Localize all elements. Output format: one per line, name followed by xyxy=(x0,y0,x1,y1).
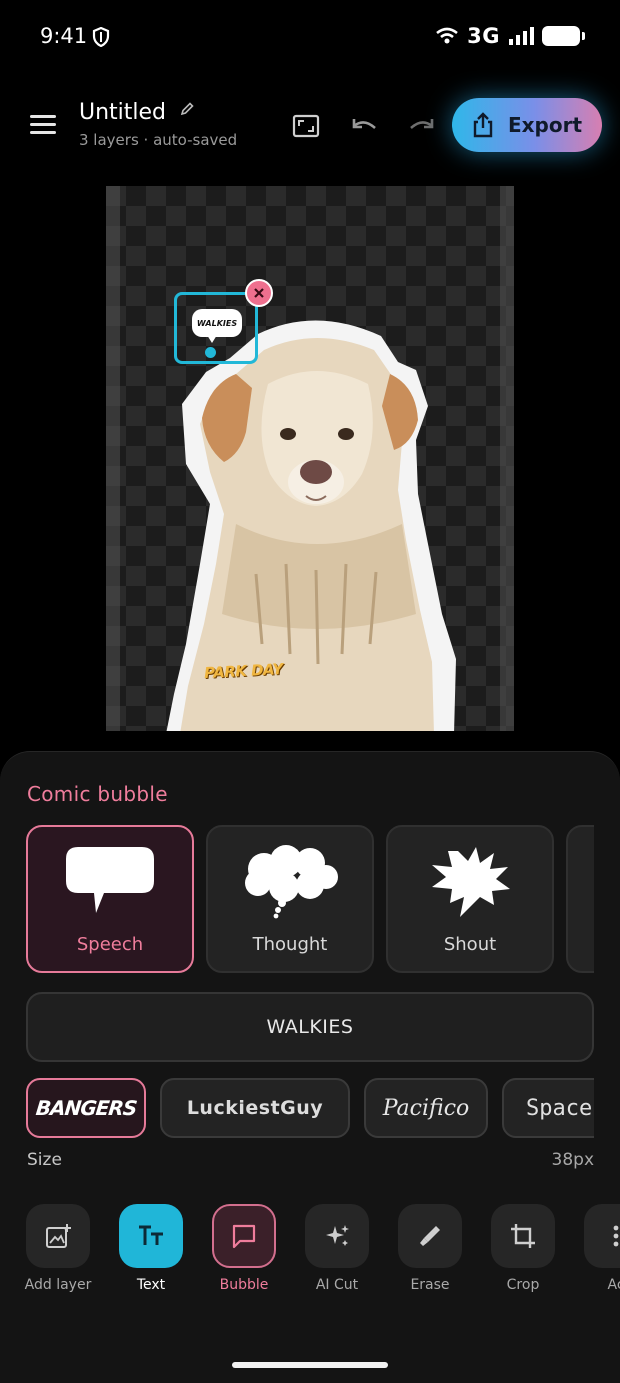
tool-text[interactable]: Text xyxy=(106,1204,196,1293)
status-bar: 9:41 3G xyxy=(0,0,620,76)
speech-bubble-icon xyxy=(232,1224,256,1249)
delete-layer-button[interactable] xyxy=(245,279,273,307)
bubble-tail-handle[interactable] xyxy=(205,347,216,358)
undo-icon xyxy=(352,119,376,129)
font-picker: BANGERS LuckiestGuy Pacifico Space xyxy=(26,1078,594,1140)
tool-label: Add layer xyxy=(24,1277,92,1293)
share-upload-icon xyxy=(473,112,493,138)
bubble-style-label: Speech xyxy=(76,934,144,955)
resize-canvas-button[interactable] xyxy=(290,110,322,142)
thought-bubble-shape-icon xyxy=(245,845,338,919)
font-option-label: Pacifico xyxy=(382,1095,470,1121)
eraser-icon xyxy=(420,1226,440,1246)
text-icon xyxy=(139,1225,163,1245)
bubble-style-label: Thought xyxy=(252,934,328,955)
export-label: Export xyxy=(507,113,583,137)
bubble-layer-text: WALKIES xyxy=(192,309,242,337)
font-option-label: LuckiestGuy xyxy=(186,1097,324,1119)
bubble-style-shout[interactable]: Shout xyxy=(386,825,554,973)
undo-button[interactable] xyxy=(348,110,380,142)
size-value: 38px xyxy=(551,1150,594,1170)
document-subtitle: 3 layers · auto-saved xyxy=(79,131,238,149)
battery-icon xyxy=(542,26,585,46)
add-image-icon xyxy=(46,1224,71,1248)
font-option-label: Space xyxy=(526,1095,593,1121)
panel-title: Comic bubble xyxy=(27,782,168,806)
wifi-icon xyxy=(436,27,458,44)
font-option-space[interactable]: Space xyxy=(502,1078,594,1138)
bubble-style-thought[interactable]: Thought xyxy=(206,825,374,973)
tool-add-layer[interactable]: Add layer xyxy=(13,1204,103,1293)
shield-icon xyxy=(92,27,110,47)
tool-label: Erase xyxy=(410,1277,450,1293)
tool-label: Text xyxy=(136,1277,166,1293)
export-button[interactable]: Export xyxy=(452,98,602,152)
bubble-tail xyxy=(207,335,217,343)
canvas-edge-right xyxy=(500,186,514,731)
tool-label: Bubble xyxy=(219,1277,269,1293)
more-icon xyxy=(613,1225,619,1247)
size-label: Size xyxy=(27,1150,62,1170)
tool-erase[interactable]: Erase xyxy=(385,1204,475,1293)
edit-title-icon[interactable] xyxy=(179,101,195,117)
font-option-luckiestguy[interactable]: LuckiestGuy xyxy=(160,1078,350,1138)
redo-button[interactable] xyxy=(406,110,438,142)
selected-bubble-layer[interactable]: WALKIES xyxy=(174,292,258,364)
bubble-style-label: Shout xyxy=(443,934,497,955)
tool-crop[interactable]: Crop xyxy=(478,1204,568,1293)
document-title[interactable]: Untitled xyxy=(79,100,166,125)
home-indicator[interactable] xyxy=(232,1362,388,1368)
document-title-area[interactable]: Untitled 3 layers · auto-saved xyxy=(79,100,237,149)
shout-bubble-shape-icon xyxy=(432,847,510,917)
menu-button[interactable] xyxy=(26,110,62,140)
tool-bubble[interactable]: Bubble xyxy=(199,1204,289,1293)
status-time: 9:41 xyxy=(40,24,88,48)
tool-bar: Add layer Text Bubble AI Cut Erase Crop … xyxy=(0,1204,620,1304)
sparkles-icon xyxy=(326,1225,349,1246)
speech-bubble-shape-icon xyxy=(66,847,154,913)
redo-icon xyxy=(410,119,434,129)
bubble-settings-panel: Comic bubble Speech Thought Shout WALKIE… xyxy=(0,751,620,1383)
bubble-style-picker: Speech Thought Shout xyxy=(26,825,594,975)
font-option-label: BANGERS xyxy=(34,1096,138,1120)
bubble-style-speech[interactable]: Speech xyxy=(26,825,194,973)
network-type: 3G xyxy=(467,24,500,48)
crop-icon xyxy=(511,1224,535,1248)
editor-canvas[interactable]: PARK DAY WALKIES xyxy=(106,186,514,731)
aspect-ratio-icon xyxy=(292,114,320,138)
canvas-edge-left xyxy=(106,186,120,731)
font-option-pacifico[interactable]: Pacifico xyxy=(364,1078,488,1138)
signal-icon xyxy=(509,27,534,45)
close-icon xyxy=(254,288,264,298)
bubble-style-more[interactable] xyxy=(566,825,594,973)
bubble-text-input[interactable]: WALKIES xyxy=(26,992,594,1062)
tool-label: Ac xyxy=(607,1277,620,1293)
editor-header: Untitled 3 layers · auto-saved Export xyxy=(0,90,620,160)
tool-label: Crop xyxy=(506,1277,540,1293)
tool-ai-cut[interactable]: AI Cut xyxy=(292,1204,382,1293)
tool-more[interactable]: Ac xyxy=(571,1204,620,1293)
tool-label: AI Cut xyxy=(315,1277,359,1293)
font-option-bangers[interactable]: BANGERS xyxy=(26,1078,146,1138)
